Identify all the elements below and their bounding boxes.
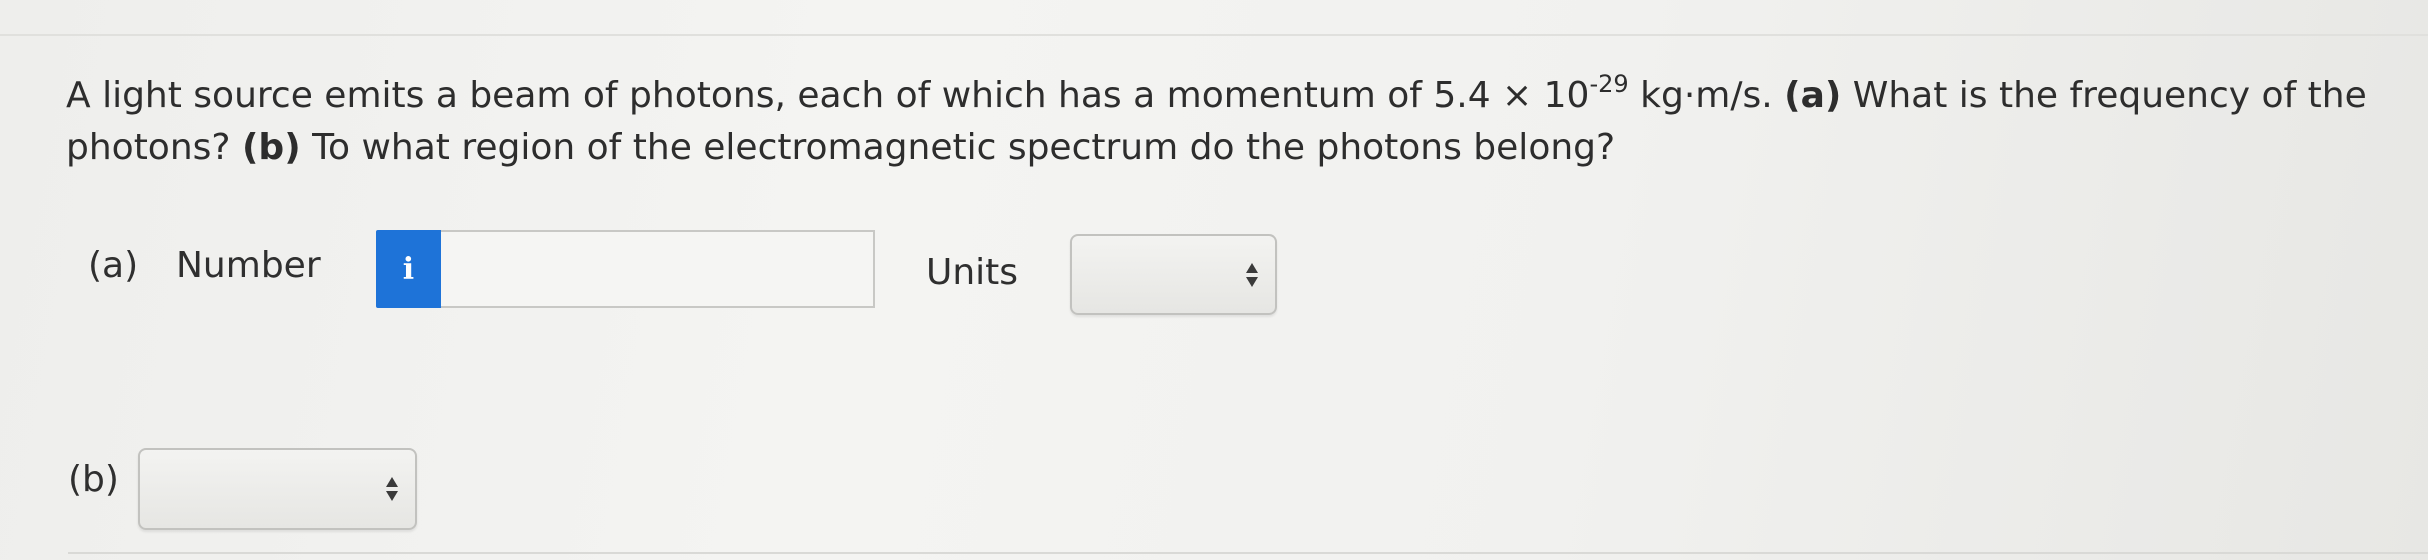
info-icon: i [402,251,415,287]
number-label: Number [176,245,321,286]
part-b-label: (b) [68,459,119,500]
question-part-a-tag: (a) [1784,75,1842,116]
momentum-exponent: -29 [1589,70,1629,98]
number-input[interactable] [441,230,875,308]
units-label: Units [926,252,1019,293]
question-part-b-text: To what region of the electromagnetic sp… [300,127,1616,168]
units-select[interactable] [1070,234,1277,315]
question-line1-post: kg·m/s. [1628,75,1773,116]
question-part-b-tag: (b) [241,127,301,168]
info-button[interactable]: i [376,230,441,308]
bottom-divider [68,552,2428,554]
select-arrows-icon [1245,262,1259,288]
question-line1-pre: A light source emits a beam of photons, … [66,75,1590,116]
question-text: A light source emits a beam of photons, … [66,70,2406,174]
part-a-label: (a) [88,245,139,286]
top-divider [0,34,2428,36]
region-select[interactable] [138,448,417,530]
select-arrows-icon [385,476,399,502]
